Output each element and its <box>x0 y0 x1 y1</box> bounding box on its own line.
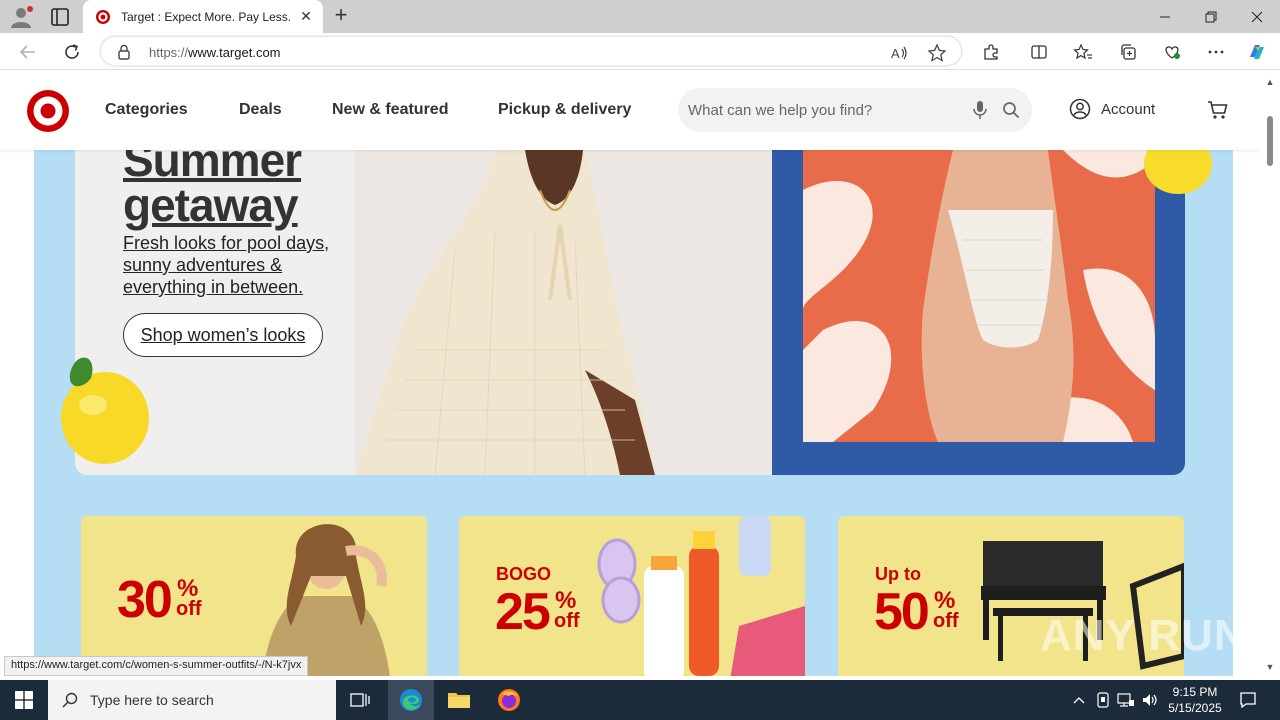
search-input[interactable] <box>688 88 968 132</box>
account-icon <box>1069 98 1091 120</box>
minimize-button[interactable] <box>1142 0 1188 33</box>
nav-pickup-delivery[interactable]: Pickup & delivery <box>498 101 631 119</box>
restore-button[interactable] <box>1188 0 1234 33</box>
hero-left-panel: Summer getaway Fresh looks for pool days… <box>75 150 772 475</box>
svg-text:A: A <box>891 46 900 61</box>
active-tab[interactable]: Target : Expect More. Pay Less. ✕ <box>83 0 323 33</box>
scroll-up-icon[interactable]: ▲ <box>1265 77 1275 87</box>
promo-card-bogo-25-off[interactable]: BOGO 25 % off <box>459 516 805 676</box>
windows-taskbar: Type here to search 9:15 PM 5/15/2025 <box>0 680 1280 720</box>
hero-title[interactable]: Summer getaway <box>123 150 302 228</box>
tab-title: Target : Expect More. Pay Less. <box>121 9 292 24</box>
promo-number: 25 <box>495 583 551 641</box>
anyrun-watermark: ANY RUN <box>1040 611 1247 660</box>
hero-subtitle[interactable]: Fresh looks for pool days, sunny adventu… <box>123 232 363 298</box>
browser-tab-bar: Target : Expect More. Pay Less. ✕ + <box>0 0 1280 33</box>
promo-percent: % <box>555 587 577 614</box>
collections-icon[interactable] <box>1117 41 1139 63</box>
lock-icon[interactable] <box>117 44 131 60</box>
cart-icon[interactable] <box>1207 99 1229 121</box>
nav-deals[interactable]: Deals <box>239 101 282 119</box>
pool-float-model-image <box>803 150 1155 442</box>
site-header: Categories Deals New & featured Pickup &… <box>0 71 1260 150</box>
close-window-button[interactable] <box>1234 0 1280 33</box>
more-menu-icon[interactable] <box>1205 41 1227 63</box>
close-tab-icon[interactable]: ✕ <box>299 9 313 23</box>
lemon-image <box>61 357 149 464</box>
promo-percent: % <box>934 587 956 614</box>
model-crochet-dress-image <box>355 150 772 475</box>
url-field[interactable]: https://www.target.com A <box>100 36 962 66</box>
favorite-star-icon[interactable] <box>927 43 947 63</box>
microphone-icon[interactable] <box>971 100 989 120</box>
page-content: Summer getaway Fresh looks for pool days… <box>34 150 1233 676</box>
file-explorer-icon[interactable] <box>436 680 482 720</box>
search-icon <box>62 692 78 708</box>
taskbar-clock[interactable]: 9:15 PM 5/15/2025 <box>1164 684 1226 716</box>
scroll-down-icon[interactable]: ▼ <box>1265 662 1275 672</box>
nav-new-featured[interactable]: New & featured <box>332 101 448 119</box>
account-link[interactable]: Account <box>1069 98 1155 120</box>
taskbar-search-box[interactable]: Type here to search <box>48 680 336 720</box>
search-icon[interactable] <box>1002 101 1020 119</box>
account-label: Account <box>1101 100 1156 118</box>
new-tab-button[interactable]: + <box>330 4 352 27</box>
back-button[interactable] <box>16 40 40 64</box>
notifications-icon[interactable] <box>1239 691 1257 709</box>
page-scrollbar[interactable]: ▲ ▼ <box>1260 71 1280 676</box>
sunscreen-products-image <box>597 516 805 676</box>
promo-off: off <box>176 598 202 620</box>
promo-off: off <box>554 610 580 632</box>
hero-banner[interactable]: Summer getaway Fresh looks for pool days… <box>61 150 1212 475</box>
search-box <box>678 88 1032 132</box>
lemon-image <box>1144 150 1212 194</box>
shop-womens-looks-button[interactable]: Shop women’s looks <box>123 313 323 357</box>
page-viewport: Categories Deals New & featured Pickup &… <box>0 71 1260 676</box>
profile-icon[interactable] <box>8 4 34 30</box>
address-bar-row: https://www.target.com A <box>0 33 1280 70</box>
promo-card-30-off[interactable]: 30 % off <box>81 516 427 676</box>
url-text[interactable]: https://www.target.com <box>149 45 281 60</box>
split-screen-icon[interactable] <box>1028 41 1050 63</box>
extensions-icon[interactable] <box>980 41 1002 63</box>
status-bar-url: https://www.target.com/c/women-s-summer-… <box>4 656 309 676</box>
tab-actions-icon[interactable] <box>48 6 72 28</box>
scroll-thumb[interactable] <box>1267 116 1273 166</box>
device-icon[interactable] <box>1094 691 1112 709</box>
show-hidden-icons-icon[interactable] <box>1070 691 1088 709</box>
read-aloud-icon[interactable]: A <box>889 43 909 63</box>
model-photo-image <box>262 524 390 676</box>
hero-right-panel <box>772 150 1212 475</box>
firefox-icon[interactable] <box>486 680 532 720</box>
network-icon[interactable] <box>1117 691 1135 709</box>
task-view-icon[interactable] <box>337 680 383 720</box>
refresh-button[interactable] <box>60 40 84 64</box>
favorites-icon[interactable] <box>1072 41 1094 63</box>
edge-taskbar-icon[interactable] <box>388 680 434 720</box>
windows-start-icon[interactable] <box>0 680 48 720</box>
target-logo-icon[interactable] <box>26 89 70 133</box>
browser-essentials-icon[interactable] <box>1161 41 1183 63</box>
taskbar-search-placeholder: Type here to search <box>90 692 214 708</box>
nav-categories[interactable]: Categories <box>105 101 188 119</box>
promo-percent: % <box>177 575 199 602</box>
target-favicon-icon <box>96 9 110 24</box>
promo-off: off <box>933 610 959 632</box>
promo-number: 50 <box>874 583 930 641</box>
volume-icon[interactable] <box>1141 691 1159 709</box>
copilot-icon[interactable] <box>1246 41 1268 63</box>
promo-number: 30 <box>117 571 173 629</box>
